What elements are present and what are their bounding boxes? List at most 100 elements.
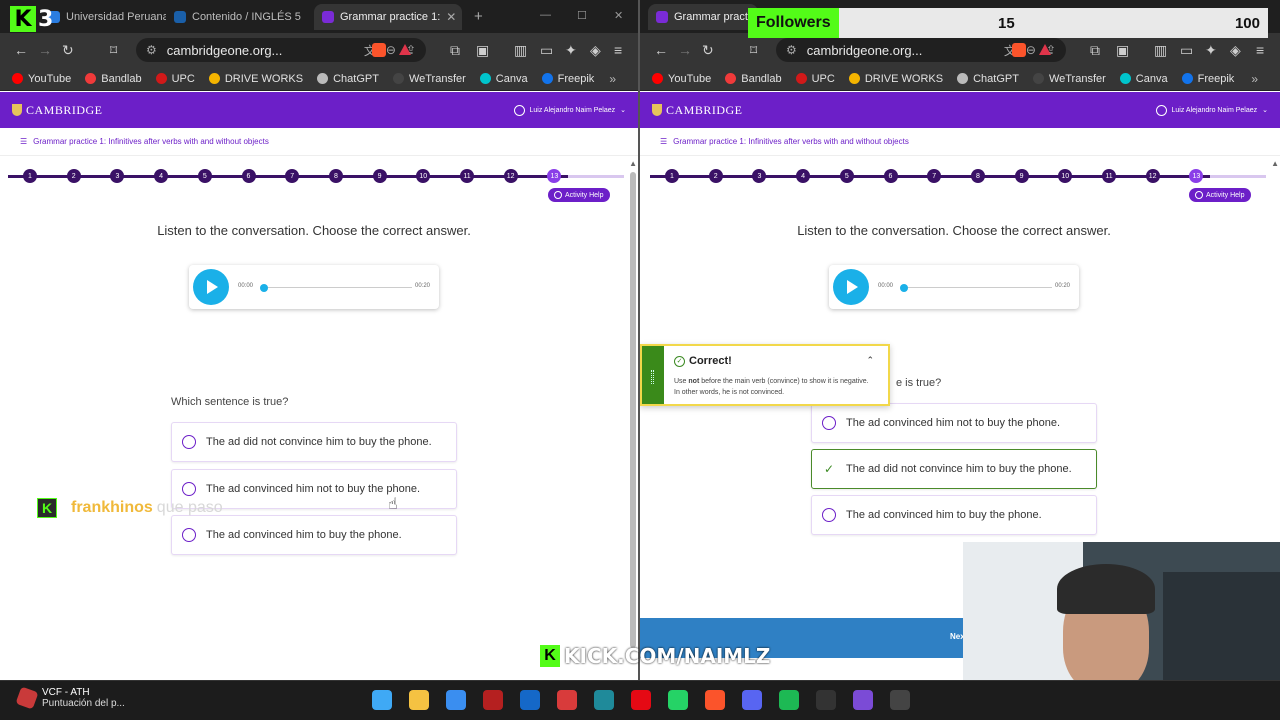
windows-start-icon[interactable] [372, 690, 392, 710]
back-icon[interactable]: ← [654, 41, 668, 59]
brave-rewards-icon[interactable] [1039, 44, 1051, 55]
step-5[interactable]: 5 [197, 169, 212, 183]
step-12[interactable]: 12 [1145, 169, 1160, 183]
step-8[interactable]: 8 [970, 169, 985, 183]
wallet-icon[interactable]: ▭ [1180, 41, 1193, 59]
answer-option-3[interactable]: The ad convinced him to buy the phone. [171, 515, 457, 555]
activity-help-button[interactable]: Activity Help [548, 188, 610, 202]
audio-seek-track[interactable] [904, 287, 1052, 288]
bookmark-freepik[interactable]: Freepik [541, 73, 594, 85]
step-9[interactable]: 9 [1014, 169, 1029, 183]
step-11[interactable]: 11 [1102, 169, 1116, 183]
brave-icon[interactable] [705, 690, 725, 710]
step-10[interactable]: 10 [416, 169, 431, 183]
activity-help-button[interactable]: Activity Help [1189, 188, 1251, 202]
app-red-icon[interactable] [483, 690, 503, 710]
answer-option-2-correct[interactable]: ✓ The ad did not convince him to buy the… [811, 449, 1097, 489]
forward-icon[interactable]: → [38, 41, 52, 59]
discord-icon[interactable] [742, 690, 762, 710]
bookmark-canva[interactable]: Canva [479, 73, 528, 85]
step-7[interactable]: 7 [285, 169, 300, 183]
zoom-icon[interactable]: ⊖ [1026, 43, 1036, 57]
radio-button[interactable] [822, 416, 836, 430]
user-menu[interactable]: Luiz Alejandro Naim Pelaez ⌄ [1155, 104, 1268, 116]
extensions-icon[interactable]: ⧉ [450, 41, 460, 59]
step-5[interactable]: 5 [839, 169, 854, 183]
close-tab-icon[interactable]: ✕ [446, 10, 456, 24]
vpn-icon[interactable]: ◈ [1230, 41, 1241, 59]
tab-upc[interactable]: Universidad Peruana de C [40, 4, 166, 30]
step-6[interactable]: 6 [883, 169, 898, 183]
bookmark-bandlab[interactable]: Bandlab [85, 73, 142, 85]
bookmark-youtube[interactable]: YouTube [12, 73, 71, 85]
file-explorer-icon[interactable] [409, 690, 429, 710]
step-2[interactable]: 2 [708, 169, 723, 183]
more-bookmarks-icon[interactable]: » [1251, 72, 1258, 86]
screenshot-icon[interactable]: ▣ [1116, 41, 1129, 59]
reload-icon[interactable]: ↻ [702, 41, 714, 59]
more-bookmarks-icon[interactable]: » [609, 72, 616, 86]
answer-option-1[interactable]: The ad convinced him not to buy the phon… [811, 403, 1097, 443]
close-window-icon[interactable]: ✕ [614, 9, 623, 22]
step-13[interactable]: 13 [547, 169, 562, 183]
step-3[interactable]: 3 [110, 169, 125, 183]
list-icon[interactable]: ☰ [660, 137, 667, 146]
wallet-icon[interactable]: ▭ [540, 41, 553, 59]
page-scrollbar[interactable] [630, 172, 636, 648]
radio-button[interactable] [822, 508, 836, 522]
bookmark-wetransfer[interactable]: WeTransfer [1032, 73, 1106, 85]
extensions-icon[interactable]: ⧉ [1090, 41, 1100, 59]
leo-ai-icon[interactable]: ✦ [565, 41, 577, 59]
audio-seek-handle[interactable] [260, 284, 268, 292]
leo-ai-icon[interactable]: ✦ [1205, 41, 1217, 59]
collapse-icon[interactable]: ⌃ [866, 355, 874, 366]
step-4[interactable]: 4 [154, 169, 169, 183]
bookmark-freepik[interactable]: Freepik [1181, 73, 1234, 85]
zoom-icon[interactable]: ⊖ [386, 43, 396, 57]
app-record-icon[interactable] [890, 690, 910, 710]
step-2[interactable]: 2 [66, 169, 81, 183]
menu-icon[interactable]: ≡ [1256, 41, 1264, 59]
play-button[interactable] [833, 269, 869, 305]
minimize-icon[interactable]: — [540, 9, 551, 21]
bookmark-chatgpt[interactable]: ChatGPT [957, 73, 1019, 85]
brave-shields-icon[interactable] [1012, 43, 1026, 57]
news-widget[interactable]: VCF - ATH Puntuación del p... [15, 686, 125, 710]
vpn-icon[interactable]: ◈ [590, 41, 601, 59]
back-icon[interactable]: ← [14, 41, 28, 59]
step-8[interactable]: 8 [328, 169, 343, 183]
tab-ingles[interactable]: Contenido / INGLÉS 5 [166, 4, 312, 30]
step-13[interactable]: 13 [1189, 169, 1204, 183]
bookmark-upc[interactable]: UPC [795, 73, 835, 85]
sidebar-icon[interactable]: ▥ [1154, 41, 1167, 59]
user-menu[interactable]: Luiz Alejandro Naim Pelaez ⌄ [513, 104, 626, 116]
app-grid-icon[interactable] [557, 690, 577, 710]
bookmark-chatgpt[interactable]: ChatGPT [317, 73, 379, 85]
step-7[interactable]: 7 [927, 169, 942, 183]
spotify-icon[interactable] [779, 690, 799, 710]
bookmark-bandlab[interactable]: Bandlab [725, 73, 782, 85]
menu-icon[interactable]: ≡ [614, 41, 622, 59]
step-4[interactable]: 4 [796, 169, 811, 183]
cambridge-logo[interactable]: CAMBRIDGE [652, 103, 743, 118]
brave-rewards-icon[interactable] [399, 44, 411, 55]
bookmark-canva[interactable]: Canva [1119, 73, 1168, 85]
bookmark-drive-works[interactable]: DRIVE WORKS [848, 73, 943, 85]
app-purple-icon[interactable] [853, 690, 873, 710]
site-info-icon[interactable]: ⚙ [786, 43, 797, 57]
store-icon[interactable] [446, 690, 466, 710]
netflix-icon[interactable] [631, 690, 651, 710]
step-12[interactable]: 12 [503, 169, 518, 183]
outlook-icon[interactable] [520, 690, 540, 710]
cambridge-logo[interactable]: CAMBRIDGE [12, 103, 103, 118]
step-11[interactable]: 11 [460, 169, 474, 183]
radio-button[interactable] [182, 528, 196, 542]
radio-button[interactable] [182, 482, 196, 496]
new-tab-icon[interactable]: + [474, 8, 483, 25]
audio-app-icon[interactable] [816, 690, 836, 710]
brave-shields-icon[interactable] [372, 43, 386, 57]
step-10[interactable]: 10 [1058, 169, 1073, 183]
step-1[interactable]: 1 [665, 169, 679, 183]
scroll-up-icon[interactable]: ▲ [629, 159, 637, 168]
sidebar-icon[interactable]: ▥ [514, 41, 527, 59]
